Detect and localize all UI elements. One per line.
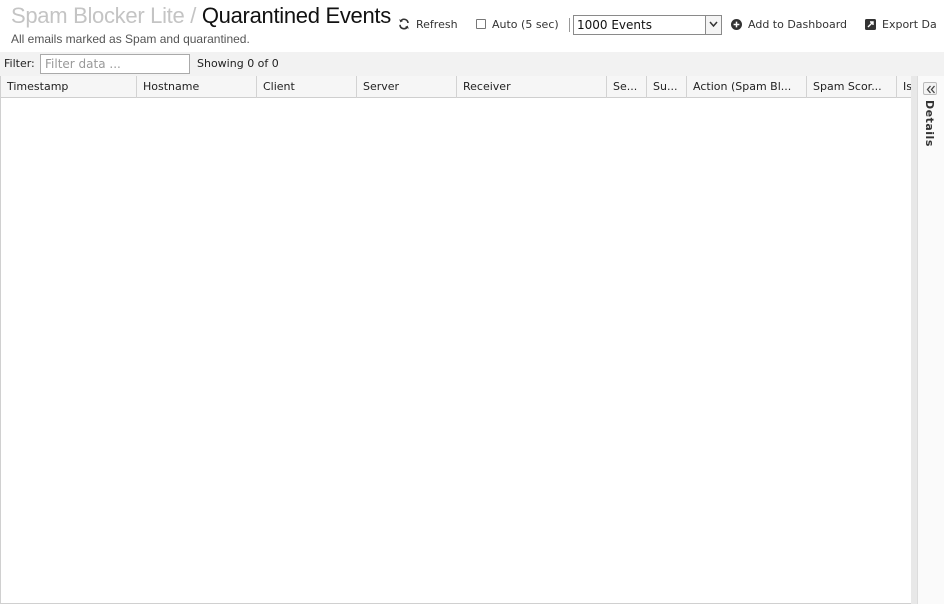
auto-refresh-label: Auto (5 sec) xyxy=(492,17,559,31)
details-panel-label[interactable]: Details xyxy=(923,100,936,147)
column-header-subject[interactable]: Su... xyxy=(647,76,687,98)
filter-input[interactable] xyxy=(40,54,190,74)
breadcrumb-current: Quarantined Events xyxy=(201,3,391,28)
plus-circle-icon xyxy=(731,18,742,30)
page-title: Spam Blocker Lite / Quarantined Events xyxy=(11,3,391,29)
page-header: Spam Blocker Lite / Quarantined Events A… xyxy=(0,0,944,52)
grid-header: Timestamp Hostname Client Server Receive… xyxy=(1,76,913,98)
export-data-button[interactable]: Export Da xyxy=(865,14,937,34)
column-header-sender[interactable]: Se... xyxy=(607,76,647,98)
filter-label: Filter: xyxy=(4,57,35,70)
record-count: Showing 0 of 0 xyxy=(197,57,279,70)
column-header-timestamp[interactable]: Timestamp xyxy=(1,76,137,98)
details-panel: Details xyxy=(917,76,944,604)
refresh-icon xyxy=(398,18,410,30)
expand-details-button[interactable] xyxy=(923,82,937,95)
column-header-server[interactable]: Server xyxy=(357,76,457,98)
auto-refresh-checkbox[interactable] xyxy=(476,19,486,29)
filter-bar: Filter: Showing 0 of 0 xyxy=(0,52,944,76)
auto-refresh-toggle[interactable]: Auto (5 sec) xyxy=(476,14,559,34)
page-subtitle: All emails marked as Spam and quarantine… xyxy=(11,32,250,46)
breadcrumb-separator: / xyxy=(190,3,197,28)
column-header-receiver[interactable]: Receiver xyxy=(457,76,607,98)
column-header-action[interactable]: Action (Spam Bl... xyxy=(687,76,807,98)
refresh-label: Refresh xyxy=(416,17,458,31)
breadcrumb-app[interactable]: Spam Blocker Lite xyxy=(11,3,185,28)
add-to-dashboard-label: Add to Dashboard xyxy=(748,17,848,31)
toolbar-divider xyxy=(569,18,570,32)
grid-body xyxy=(1,98,912,603)
export-icon xyxy=(865,18,876,30)
column-header-hostname[interactable]: Hostname xyxy=(137,76,257,98)
events-limit-select[interactable]: 1000 Events xyxy=(573,15,722,35)
chevron-down-icon[interactable] xyxy=(705,16,721,34)
add-to-dashboard-button[interactable]: Add to Dashboard xyxy=(731,14,847,34)
export-label: Export Da xyxy=(882,17,937,31)
events-limit-value: 1000 Events xyxy=(577,18,652,32)
column-header-client[interactable]: Client xyxy=(257,76,357,98)
column-header-spam-score[interactable]: Spam Scor... xyxy=(807,76,897,98)
refresh-button[interactable]: Refresh xyxy=(398,14,458,34)
events-grid: Timestamp Hostname Client Server Receive… xyxy=(0,76,913,604)
